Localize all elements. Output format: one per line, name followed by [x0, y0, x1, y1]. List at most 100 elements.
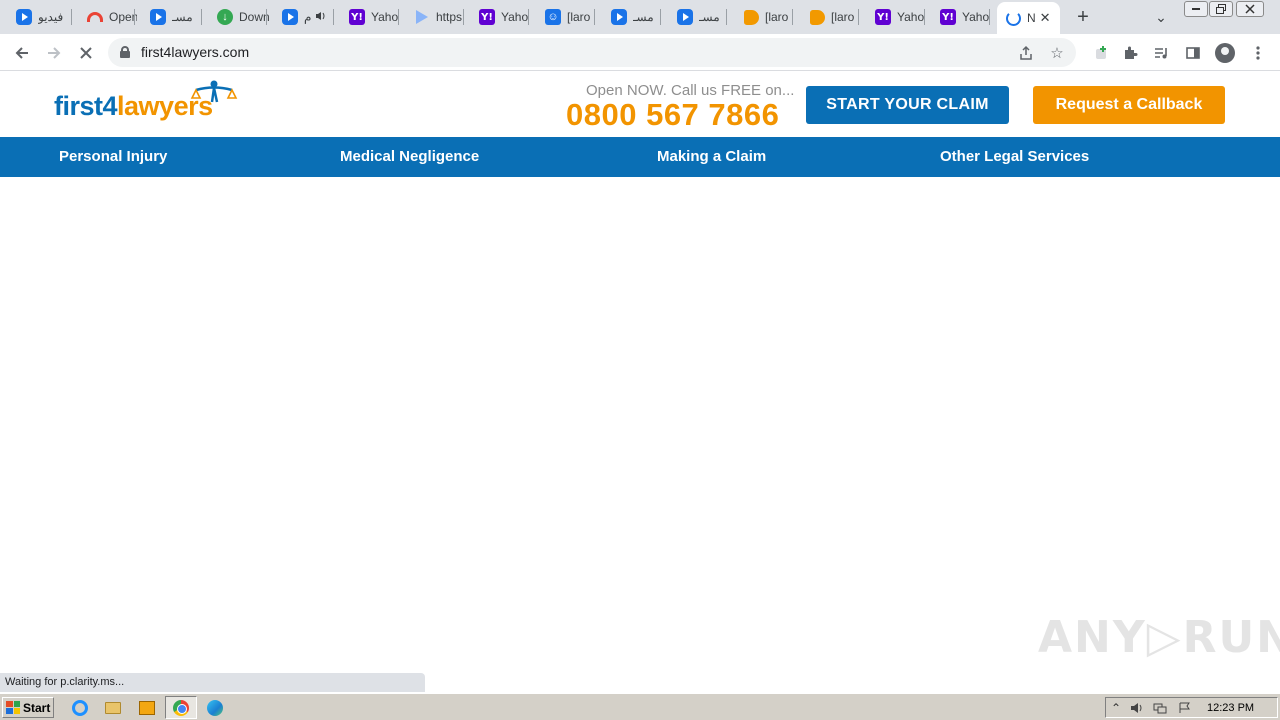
new-tab-button[interactable]: + — [1071, 6, 1095, 28]
profile-avatar-icon[interactable] — [1212, 40, 1238, 66]
browser-tab-label: مسـ — [172, 10, 193, 24]
yahoo-icon: Y! — [875, 9, 891, 25]
browser-tab[interactable]: م — [274, 4, 336, 30]
site-logo[interactable]: first4lawyers — [54, 91, 213, 122]
browser-tab[interactable]: Y! Yaho — [471, 4, 531, 30]
chrome-icon[interactable] — [171, 698, 191, 718]
browser-tab[interactable]: مسـ — [669, 4, 729, 30]
browser-tab[interactable]: Y! Yaho — [932, 4, 992, 30]
yahoo-icon: Y! — [349, 9, 365, 25]
minimize-window-button[interactable] — [1184, 1, 1208, 17]
taskbar-clock: 12:23 PM — [1207, 702, 1255, 714]
active-tab-label: N — [1027, 11, 1036, 25]
tab-audio-icon[interactable] — [315, 10, 327, 24]
browser-tab-label: فيديو — [38, 10, 64, 24]
blob-icon — [809, 9, 825, 25]
tab-separator — [726, 9, 727, 25]
action-center-flag-icon[interactable] — [1178, 701, 1192, 715]
browser-menu-icon[interactable] — [1245, 40, 1271, 66]
tab-separator — [398, 9, 399, 25]
volume-icon[interactable] — [1130, 701, 1144, 715]
close-tab-icon[interactable]: ✕ — [1040, 10, 1051, 26]
tab-separator — [201, 9, 202, 25]
browser-tab-label: Yaho — [501, 10, 529, 24]
browser-tab[interactable]: فيديو — [8, 4, 74, 30]
tab-separator — [71, 9, 72, 25]
request-callback-button[interactable]: Request a Callback — [1033, 86, 1225, 124]
windows-taskbar: Start ⌃ 12:23 PM — [0, 693, 1280, 720]
network-icon[interactable] — [1153, 701, 1167, 715]
active-tab[interactable]: N ✕ — [997, 2, 1060, 34]
restore-window-button[interactable] — [1209, 1, 1233, 17]
browser-tab[interactable]: مسـ — [142, 4, 204, 30]
smile-icon: ☺ — [545, 9, 561, 25]
browser-tab[interactable]: https — [406, 4, 466, 30]
share-icon[interactable] — [1014, 41, 1038, 65]
play-icon — [150, 9, 166, 25]
tab-separator — [266, 9, 267, 25]
bookmark-star-icon[interactable]: ☆ — [1045, 41, 1069, 65]
browser-tab[interactable]: ↓ Down — [209, 4, 269, 30]
yahoo-icon: Y! — [940, 9, 956, 25]
browser-tab[interactable]: [laro — [735, 4, 795, 30]
address-bar[interactable]: first4lawyers.com ☆ — [108, 38, 1076, 67]
tab-separator — [858, 9, 859, 25]
start-your-claim-button[interactable]: START YOUR CLAIM — [806, 86, 1009, 124]
nav-item[interactable]: Making a Claim — [657, 148, 766, 165]
forward-arrow-icon — [48, 47, 61, 59]
back-button[interactable] — [9, 40, 35, 66]
browser-tab[interactable]: Y! Yaho — [341, 4, 401, 30]
scales-of-justice-logo-icon — [190, 80, 238, 103]
browser-tab-label: [laro — [765, 10, 789, 24]
internet-explorer-icon[interactable] — [70, 698, 90, 718]
yahoo-icon: Y! — [479, 9, 495, 25]
nav-item[interactable]: Medical Negligence — [340, 148, 479, 165]
start-button[interactable]: Start — [2, 697, 54, 718]
browser-tab[interactable]: Y! Yaho — [867, 4, 927, 30]
edge-icon[interactable] — [205, 698, 225, 718]
media-controls-icon[interactable] — [1148, 40, 1174, 66]
play-icon — [611, 9, 627, 25]
tray-expand-icon[interactable]: ⌃ — [1109, 701, 1123, 715]
tab-separator — [924, 9, 925, 25]
play-icon — [282, 9, 298, 25]
browser-tab-label: م — [304, 10, 312, 24]
tab-separator — [333, 9, 334, 25]
tab-separator — [594, 9, 595, 25]
media-player-icon[interactable] — [137, 698, 157, 718]
play-icon — [16, 9, 32, 25]
browser-tab-label: [laro — [567, 10, 591, 24]
back-arrow-icon — [15, 47, 28, 59]
lock-icon — [120, 46, 130, 58]
blob-icon — [743, 9, 759, 25]
browser-tab-strip: فيديو Open مسـ ↓ Down م Y! Yaho https Y! Yaho ☺ [lar… — [0, 0, 1280, 34]
browser-tab[interactable]: مسـ — [603, 4, 663, 30]
windows-flag-icon — [6, 701, 20, 714]
tab-separator — [463, 9, 464, 25]
loading-status-bubble: Waiting for p.clarity.ms... — [0, 673, 425, 692]
nav-item[interactable]: Other Legal Services — [940, 148, 1089, 165]
close-window-button[interactable] — [1236, 1, 1264, 17]
system-tray: ⌃ 12:23 PM — [1105, 697, 1278, 718]
browser-tab-label: مسـ — [633, 10, 654, 24]
tab-search-button[interactable]: ⌄ — [1150, 7, 1172, 27]
browser-tab-label: Yaho — [962, 10, 990, 24]
url-text[interactable]: first4lawyers.com — [141, 44, 249, 60]
browser-tab[interactable]: ☺ [laro — [537, 4, 597, 30]
play-icon — [677, 9, 693, 25]
close-window-icon — [1245, 4, 1255, 14]
forward-button[interactable] — [41, 40, 67, 66]
extension-green-icon[interactable] — [1088, 40, 1114, 66]
nav-item[interactable]: Personal Injury — [59, 148, 167, 165]
browser-tab[interactable]: [laro — [801, 4, 861, 30]
browser-tab-label: Yaho — [371, 10, 399, 24]
browser-tab[interactable]: Open — [79, 4, 137, 30]
download-icon: ↓ — [217, 9, 233, 25]
outline-play-icon — [414, 9, 430, 25]
stop-loading-button[interactable] — [73, 40, 99, 66]
anyrun-watermark: ANY▷RUN — [1038, 612, 1280, 663]
phone-number[interactable]: 0800 567 7866 — [566, 97, 779, 133]
file-explorer-icon[interactable] — [103, 698, 123, 718]
side-panel-icon[interactable] — [1180, 40, 1206, 66]
extensions-puzzle-icon[interactable] — [1117, 40, 1143, 66]
